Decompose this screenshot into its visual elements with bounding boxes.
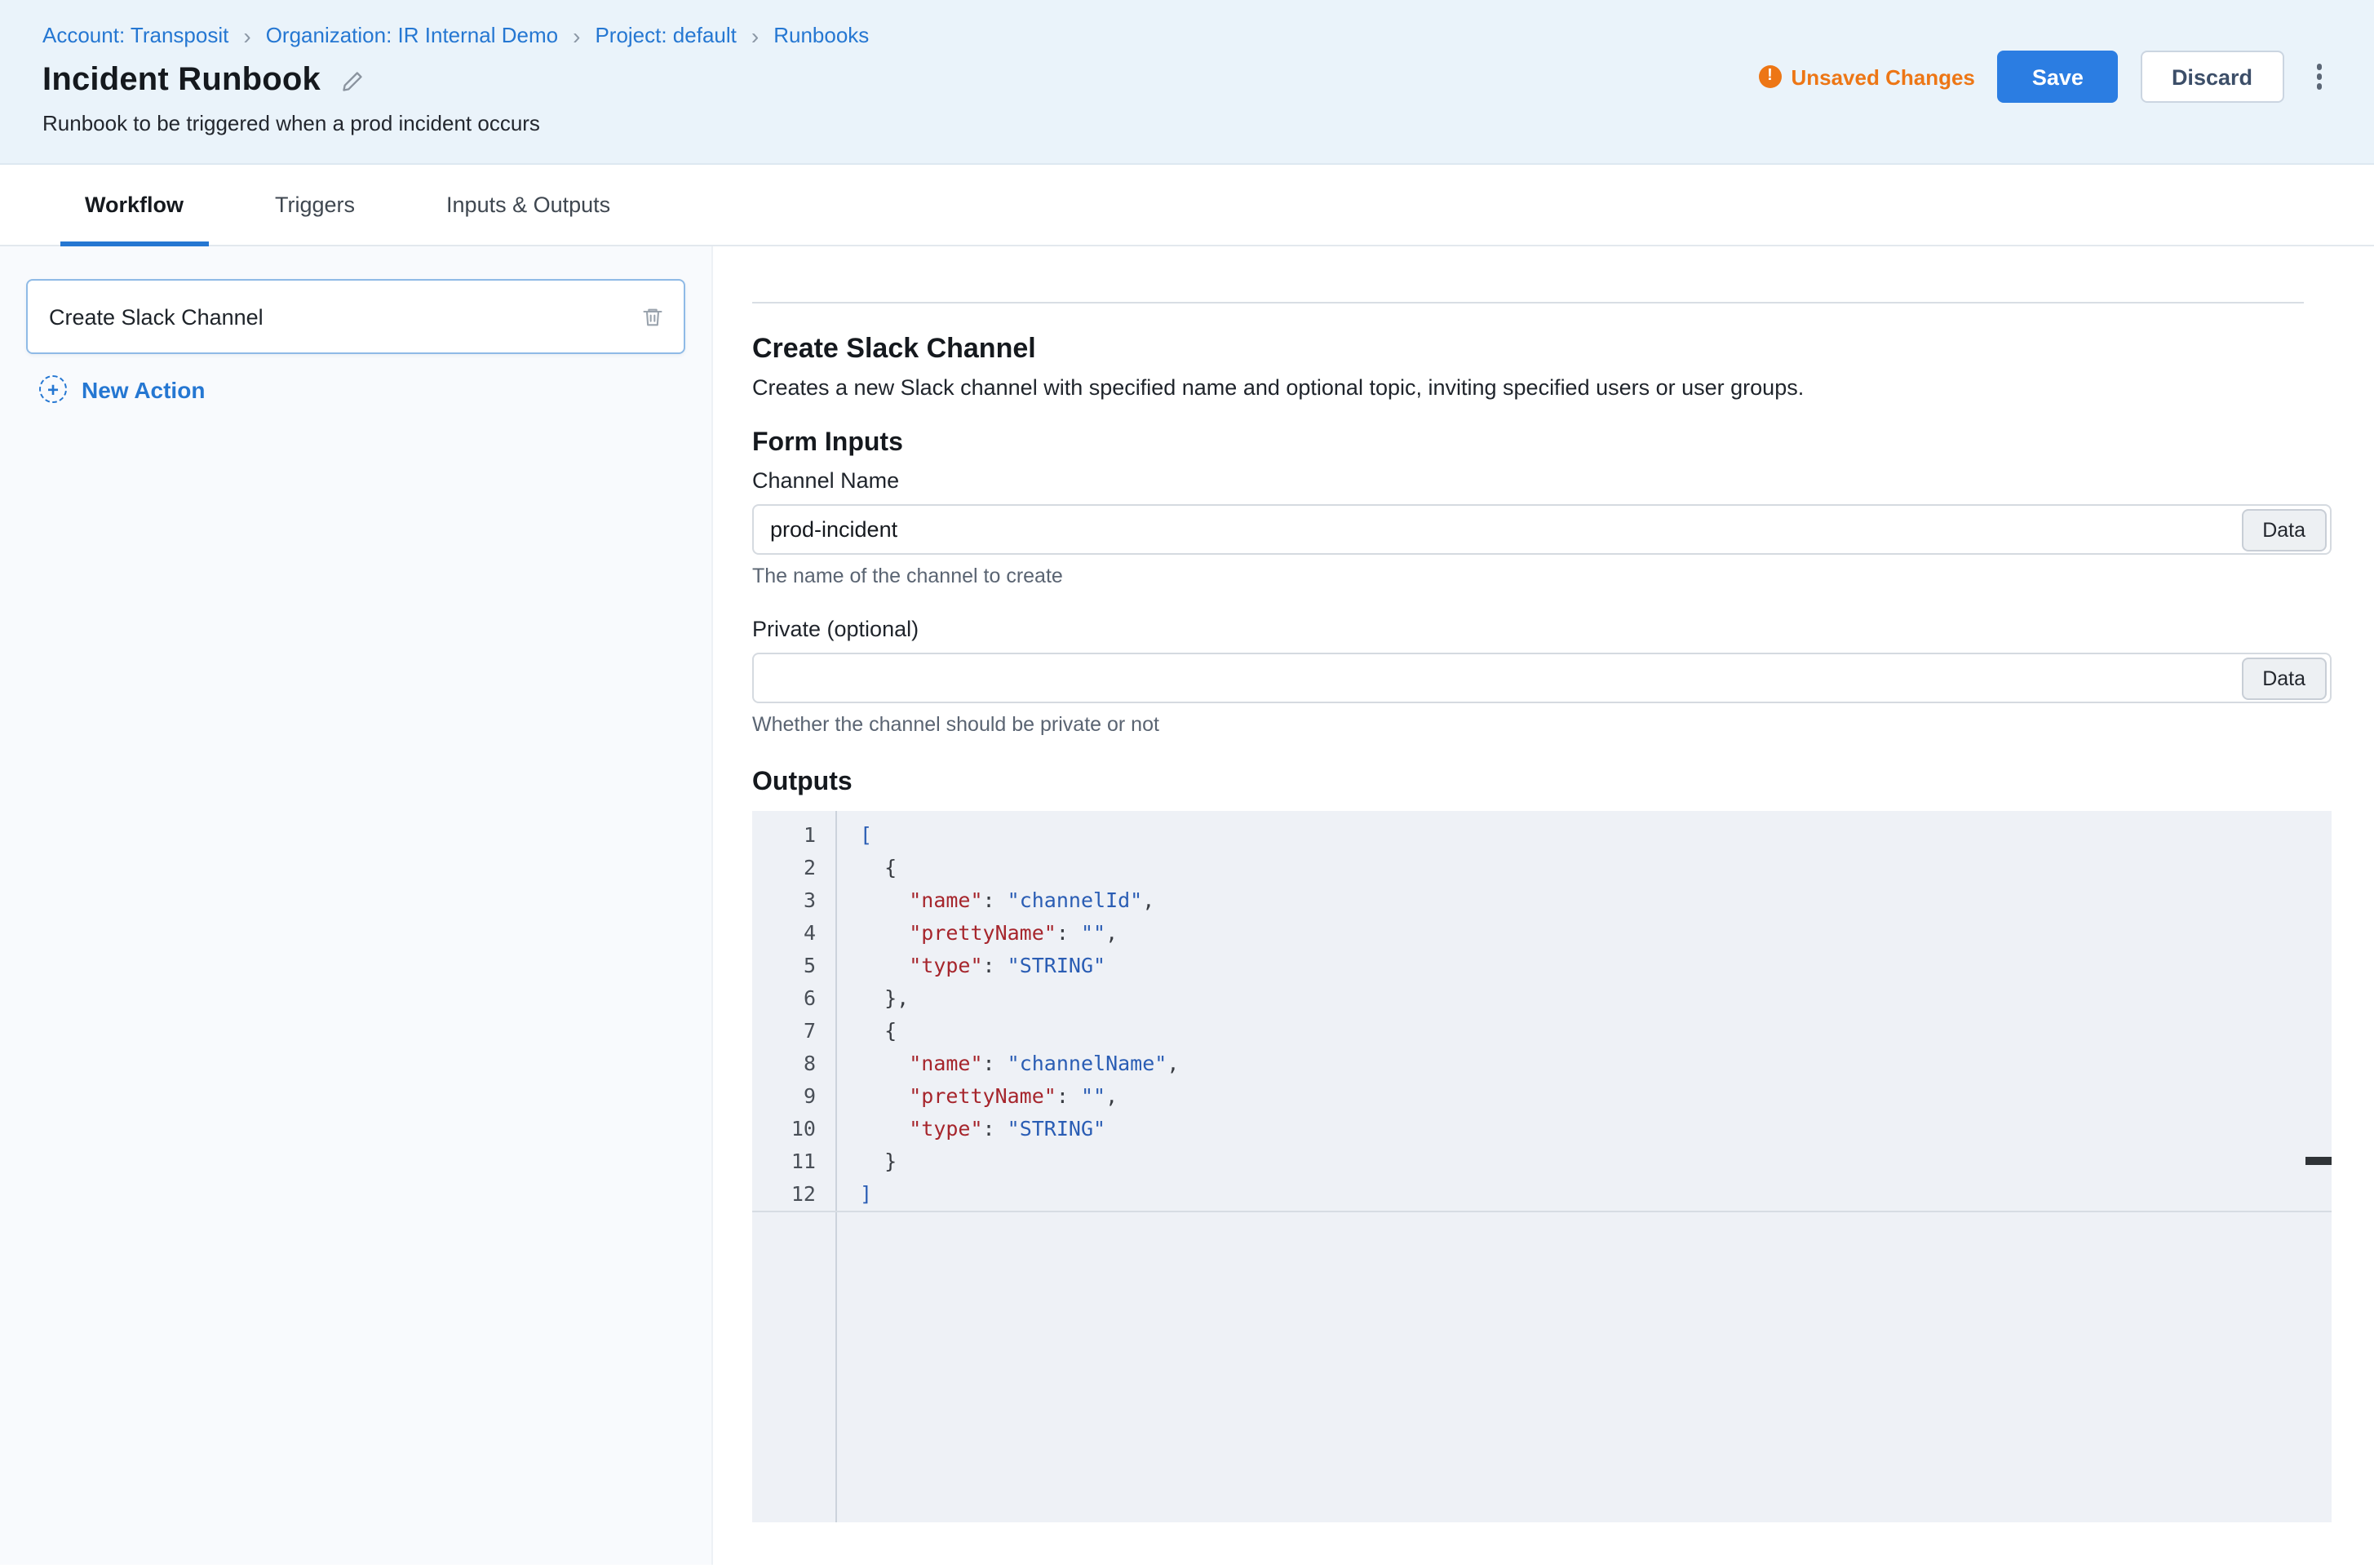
private-label: Private (optional) [752,617,2332,641]
edit-title-icon[interactable] [342,69,365,92]
data-button-private[interactable]: Data [2241,657,2327,699]
data-button-channel-name[interactable]: Data [2241,508,2327,551]
code-line: { [860,1015,2332,1048]
page-title: Incident Runbook [42,62,321,100]
unsaved-changes-label: Unsaved Changes [1791,64,1974,89]
save-button[interactable]: Save [1998,51,2118,103]
line-number: 11 [752,1145,835,1178]
private-help: Whether the channel should be private or… [752,713,2332,736]
new-action-button[interactable]: + New Action [39,375,685,403]
discard-button[interactable]: Discard [2141,51,2283,103]
tab-triggers[interactable]: Triggers [250,165,379,245]
line-number: 4 [752,917,835,950]
action-card-create-slack-channel[interactable]: Create Slack Channel [26,279,685,354]
breadcrumb-organization[interactable]: Organization: IR Internal Demo [266,23,558,47]
page-subtitle: Runbook to be triggered when a prod inci… [42,111,2332,135]
kebab-menu-icon[interactable] [2306,58,2332,96]
channel-name-input-wrap: Data [752,504,2332,555]
channel-name-help: The name of the channel to create [752,565,2332,587]
code-line: } [860,1145,2332,1178]
action-detail-panel: Create Slack Channel Creates a new Slack… [713,246,2374,1565]
outputs-code-editor[interactable]: 123456789101112 [ { "name": "channelId",… [752,811,2332,1522]
chevron-right-icon: › [573,24,580,47]
private-input[interactable] [752,653,2332,703]
unsaved-changes-indicator: ! Unsaved Changes [1758,64,1974,89]
editor-code[interactable]: [ { "name": "channelId", "prettyName": "… [837,811,2332,1522]
form-inputs-heading: Form Inputs [752,429,2332,458]
editor-scrollbar-thumb[interactable] [2305,1157,2332,1165]
action-card-label: Create Slack Channel [49,304,264,329]
tab-inputs-outputs[interactable]: Inputs & Outputs [422,165,635,245]
editor-line-numbers: 123456789101112 [752,811,837,1522]
action-description: Creates a new Slack channel with specifi… [752,372,2332,403]
code-line: }, [860,982,2332,1015]
warning-icon: ! [1758,65,1781,88]
breadcrumb: Account: Transposit › Organization: IR I… [42,23,2332,47]
action-title: Create Slack Channel [752,333,2332,365]
tab-bar: Workflow Triggers Inputs & Outputs [0,165,2374,246]
line-number: 6 [752,982,835,1015]
code-line: "type": "STRING" [860,950,2332,982]
line-number: 2 [752,852,835,884]
content: Create Slack Channel + New Action Create… [0,246,2374,1565]
code-line: "name": "channelName", [860,1048,2332,1080]
outputs-heading: Outputs [752,768,2332,798]
page: Account: Transposit › Organization: IR I… [0,0,2374,1568]
header-actions: ! Unsaved Changes Save Discard [1758,51,2332,103]
private-input-wrap: Data [752,653,2332,703]
line-number: 8 [752,1048,835,1080]
tab-workflow[interactable]: Workflow [60,165,208,245]
channel-name-label: Channel Name [752,468,2332,493]
line-number: 9 [752,1080,835,1113]
chevron-right-icon: › [751,24,759,47]
workflow-sidebar: Create Slack Channel + New Action [0,246,713,1565]
page-header: Account: Transposit › Organization: IR I… [0,0,2374,165]
line-number: 7 [752,1015,835,1048]
field-channel-name: Channel Name Data The name of the channe… [752,468,2332,587]
editor-active-line-rule [752,1211,2332,1212]
line-number: 5 [752,950,835,982]
line-number: 12 [752,1178,835,1211]
line-number: 10 [752,1113,835,1145]
divider [752,302,2304,303]
delete-action-icon[interactable] [641,304,664,329]
breadcrumb-runbooks[interactable]: Runbooks [773,23,869,47]
chevron-right-icon: › [243,24,250,47]
code-line: "prettyName": "", [860,1080,2332,1113]
line-number: 3 [752,884,835,917]
code-line: ] [860,1178,2332,1211]
line-number: 1 [752,819,835,852]
new-action-label: New Action [82,376,205,402]
channel-name-input[interactable] [752,504,2332,555]
breadcrumb-project[interactable]: Project: default [595,23,736,47]
code-line: { [860,852,2332,884]
code-line: "type": "STRING" [860,1113,2332,1145]
breadcrumb-account[interactable]: Account: Transposit [42,23,228,47]
plus-circle-icon: + [39,375,67,403]
code-line: "name": "channelId", [860,884,2332,917]
code-line: "prettyName": "", [860,917,2332,950]
field-private: Private (optional) Data Whether the chan… [752,617,2332,736]
code-line: [ [860,819,2332,852]
